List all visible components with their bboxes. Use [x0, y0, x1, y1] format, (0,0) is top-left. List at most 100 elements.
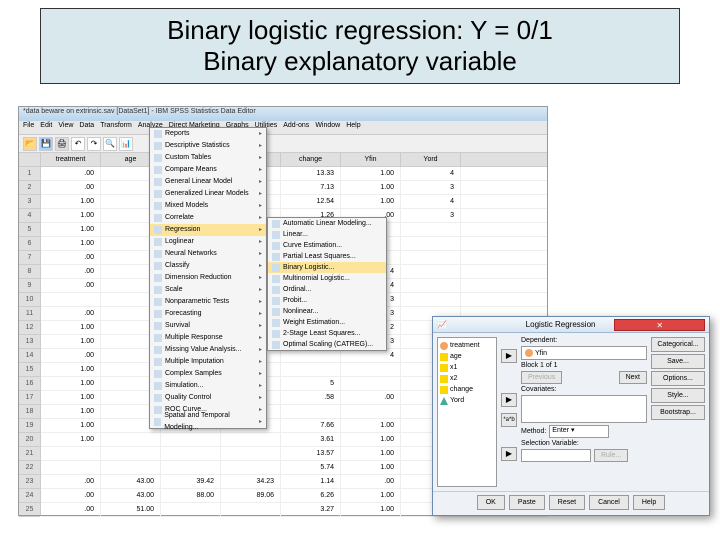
- row-header[interactable]: 8: [19, 265, 40, 279]
- data-cell[interactable]: .00: [41, 475, 101, 488]
- data-cell[interactable]: 1.00: [341, 447, 401, 460]
- data-cell[interactable]: 13.57: [281, 447, 341, 460]
- analyze-menu-item[interactable]: General Linear Model: [150, 176, 266, 188]
- data-cell[interactable]: .00: [41, 349, 101, 362]
- data-cell[interactable]: 3: [401, 181, 461, 194]
- data-cell[interactable]: [401, 293, 461, 306]
- column-header[interactable]: change: [281, 153, 341, 166]
- analyze-menu-item[interactable]: Quality Control: [150, 392, 266, 404]
- rule-button[interactable]: Rule...: [594, 449, 628, 462]
- data-cell[interactable]: [221, 503, 281, 516]
- data-cell[interactable]: 51.00: [101, 503, 161, 516]
- analyze-menu-item[interactable]: Generalized Linear Models: [150, 188, 266, 200]
- data-cell[interactable]: [401, 251, 461, 264]
- row-header[interactable]: 10: [19, 293, 40, 307]
- variable-item[interactable]: Yord: [440, 395, 494, 406]
- print-icon[interactable]: 🖨: [55, 137, 69, 151]
- analyze-menu-item[interactable]: Custom Tables: [150, 152, 266, 164]
- close-icon[interactable]: ✕: [614, 319, 705, 331]
- row-header[interactable]: 9: [19, 279, 40, 293]
- row-header[interactable]: 6: [19, 237, 40, 251]
- data-cell[interactable]: .00: [41, 167, 101, 180]
- data-cell[interactable]: [101, 461, 161, 474]
- data-cell[interactable]: 1.00: [41, 335, 101, 348]
- data-cell[interactable]: 1.00: [341, 419, 401, 432]
- categorical-button[interactable]: Categorical...: [651, 337, 705, 352]
- regression-submenu-item[interactable]: Automatic Linear Modeling...: [268, 218, 386, 229]
- analyze-menu-item[interactable]: Dimension Reduction: [150, 272, 266, 284]
- reset-button[interactable]: Reset: [549, 495, 585, 510]
- data-cell[interactable]: 1.00: [341, 433, 401, 446]
- save-button[interactable]: Save...: [651, 354, 705, 369]
- data-cell[interactable]: 1.00: [341, 503, 401, 516]
- analyze-menu-item[interactable]: Nonparametric Tests: [150, 296, 266, 308]
- column-header[interactable]: Yfin: [341, 153, 401, 166]
- move-to-dependent-button[interactable]: ▶: [501, 349, 517, 363]
- data-cell[interactable]: 43.00: [101, 475, 161, 488]
- column-header[interactable]: Yord: [401, 153, 461, 166]
- data-cell[interactable]: [41, 447, 101, 460]
- data-cell[interactable]: 34.23: [221, 475, 281, 488]
- row-header[interactable]: 18: [19, 405, 40, 419]
- regression-submenu-item[interactable]: Linear...: [268, 229, 386, 240]
- row-header[interactable]: 20: [19, 433, 40, 447]
- menu-transform[interactable]: Transform: [100, 122, 132, 133]
- data-cell[interactable]: 1.00: [41, 209, 101, 222]
- row-header[interactable]: 21: [19, 447, 40, 461]
- data-cell[interactable]: .00: [41, 503, 101, 516]
- data-cell[interactable]: 1.00: [41, 321, 101, 334]
- analyze-menu-item[interactable]: Multiple Imputation: [150, 356, 266, 368]
- row-header[interactable]: 24: [19, 489, 40, 503]
- data-cell[interactable]: 7.66: [281, 419, 341, 432]
- menu-view[interactable]: View: [58, 122, 73, 133]
- menu-edit[interactable]: Edit: [40, 122, 52, 133]
- row-header[interactable]: 14: [19, 349, 40, 363]
- data-cell[interactable]: 39.42: [161, 475, 221, 488]
- menu-add-ons[interactable]: Add-ons: [283, 122, 309, 133]
- data-cell[interactable]: [221, 447, 281, 460]
- data-cell[interactable]: [41, 461, 101, 474]
- analyze-menu-item[interactable]: Simulation...: [150, 380, 266, 392]
- style-button[interactable]: Style...: [651, 388, 705, 403]
- data-cell[interactable]: 4: [401, 167, 461, 180]
- data-cell[interactable]: .00: [41, 489, 101, 502]
- regression-submenu-item[interactable]: Binary Logistic...: [268, 262, 386, 273]
- data-cell[interactable]: 1.00: [41, 433, 101, 446]
- row-header[interactable]: 23: [19, 475, 40, 489]
- selection-variable-field[interactable]: [521, 449, 591, 462]
- regression-submenu-item[interactable]: Weight Estimation...: [268, 317, 386, 328]
- paste-button[interactable]: Paste: [509, 495, 545, 510]
- data-cell[interactable]: 1.00: [41, 363, 101, 376]
- data-cell[interactable]: 12.54: [281, 195, 341, 208]
- data-cell[interactable]: .00: [41, 181, 101, 194]
- bootstrap-button[interactable]: Bootstrap...: [651, 405, 705, 420]
- variable-item[interactable]: x1: [440, 362, 494, 373]
- regression-submenu-item[interactable]: Probit...: [268, 295, 386, 306]
- row-header[interactable]: 11: [19, 307, 40, 321]
- data-cell[interactable]: [161, 447, 221, 460]
- data-cell[interactable]: .00: [41, 307, 101, 320]
- data-cell[interactable]: .00: [341, 475, 401, 488]
- column-header[interactable]: treatment: [41, 153, 101, 166]
- move-to-covariates-button[interactable]: ▶: [501, 393, 517, 407]
- data-cell[interactable]: 6.26: [281, 489, 341, 502]
- next-button[interactable]: Next: [619, 371, 647, 384]
- row-header[interactable]: 19: [19, 419, 40, 433]
- analyze-menu-item[interactable]: Complex Samples: [150, 368, 266, 380]
- cancel-button[interactable]: Cancel: [589, 495, 629, 510]
- regression-submenu-item[interactable]: Partial Least Squares...: [268, 251, 386, 262]
- data-cell[interactable]: .58: [281, 391, 341, 404]
- row-header[interactable]: 15: [19, 363, 40, 377]
- data-cell[interactable]: 5: [281, 377, 341, 390]
- analyze-menu-item[interactable]: Forecasting: [150, 308, 266, 320]
- data-cell[interactable]: .00: [341, 391, 401, 404]
- analyze-menu-item[interactable]: Spatial and Temporal Modeling...: [150, 416, 266, 428]
- data-cell[interactable]: [341, 405, 401, 418]
- variable-item[interactable]: change: [440, 384, 494, 395]
- undo-icon[interactable]: ↶: [71, 137, 85, 151]
- move-to-selection-button[interactable]: ▶: [501, 447, 517, 461]
- data-cell[interactable]: [341, 363, 401, 376]
- data-cell[interactable]: [281, 405, 341, 418]
- data-cell[interactable]: [221, 433, 281, 446]
- variable-item[interactable]: x2: [440, 373, 494, 384]
